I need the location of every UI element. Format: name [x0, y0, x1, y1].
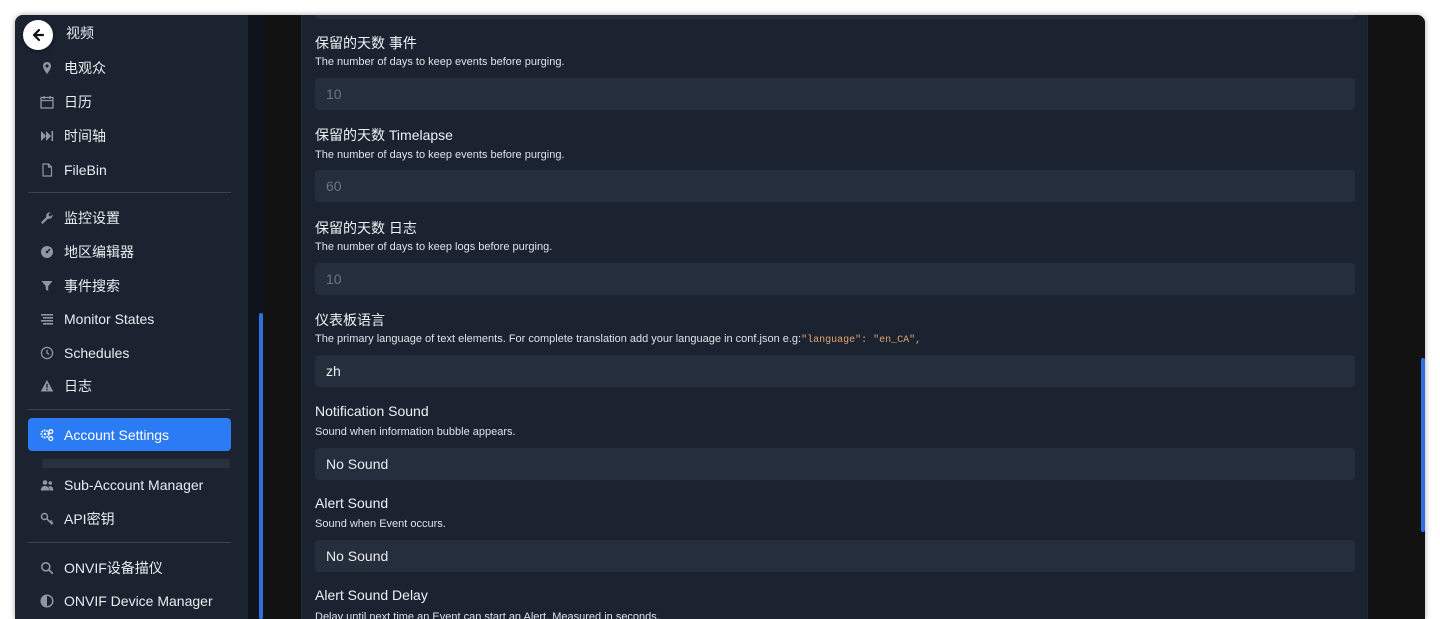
sidebar-item-monitor-settings[interactable]: 监控设置: [28, 201, 231, 234]
sidebar-item-onvif-device-manager[interactable]: ONVIF Device Manager: [28, 584, 231, 617]
sidebar-item-label: FileBin: [64, 161, 107, 178]
key-icon: [40, 512, 54, 526]
days-logs-input[interactable]: 10: [315, 263, 1355, 295]
previous-input[interactable]: [315, 15, 1355, 19]
sidebar-divider: [28, 409, 231, 410]
sidebar-item-label: Schedules: [64, 344, 130, 361]
filter-icon: [40, 279, 54, 293]
alert-sound-label: Alert Sound: [315, 495, 389, 511]
sidebar-item-event-search[interactable]: 事件搜索: [28, 269, 231, 302]
sidebar-item-logs[interactable]: 日志: [28, 369, 231, 402]
alert-sound-delay-desc: Delay until next time an Event can start…: [315, 611, 660, 619]
notification-sound-select[interactable]: No Sound: [315, 448, 1355, 480]
language-code-example: "language": "en_CA",: [801, 335, 922, 346]
sidebar-item-label: API密钥: [64, 510, 115, 527]
sidebar: 视频 电观众 日历 时间轴 FileBin 监控设置 地区编辑器 事件搜索 Mo…: [15, 15, 248, 619]
language-select[interactable]: zh: [315, 355, 1355, 387]
arrow-left-icon: [32, 28, 45, 42]
days-events-label: 保留的天数 事件: [315, 35, 417, 51]
sidebar-item-monitor-states[interactable]: Monitor States: [28, 302, 231, 335]
sidebar-item-sub-account-manager[interactable]: Sub-Account Manager: [28, 468, 231, 501]
fast-forward-icon: [40, 129, 54, 143]
sidebar-item-label: ONVIF Device Manager: [64, 592, 213, 609]
app-window: 视频 电观众 日历 时间轴 FileBin 监控设置 地区编辑器 事件搜索 Mo…: [15, 15, 1425, 619]
days-logs-desc: The number of days to keep logs before p…: [315, 241, 553, 253]
calendar-icon: [40, 95, 54, 109]
sidebar-divider: [28, 542, 231, 543]
sidebar-item-label: 日历: [64, 93, 92, 110]
sidebar-item-label: 地区编辑器: [64, 243, 134, 260]
sidebar-item-label: Monitor States: [64, 310, 155, 327]
sidebar-item-viewers[interactable]: 电观众: [28, 51, 231, 84]
main-scrollbar[interactable]: [1421, 358, 1425, 532]
circle-half-icon: [40, 593, 54, 608]
days-logs-label: 保留的天数 日志: [315, 220, 417, 236]
sidebar-item-label: 监控设置: [64, 209, 120, 226]
sidebar-item-onvif-scanner[interactable]: ONVIF设备描仪: [28, 551, 231, 584]
list-icon: [40, 312, 54, 326]
sidebar-item-label: 事件搜索: [64, 277, 120, 294]
sidebar-item-label: Sub-Account Manager: [64, 476, 204, 493]
sidebar-item-label: 时间轴: [64, 127, 106, 144]
alert-sound-desc: Sound when Event occurs.: [315, 518, 446, 530]
sidebar-item-schedules[interactable]: Schedules: [28, 336, 231, 369]
back-button[interactable]: [23, 20, 53, 50]
alert-sound-select[interactable]: No Sound: [315, 540, 1355, 572]
days-timelapse-input[interactable]: 60: [315, 170, 1355, 202]
sidebar-item-api-keys[interactable]: API密钥: [28, 502, 231, 535]
warning-icon: [40, 379, 54, 393]
notification-sound-label: Notification Sound: [315, 403, 429, 419]
sidebar-item-account-settings[interactable]: Account Settings: [28, 418, 231, 451]
sidebar-item-filebin[interactable]: FileBin: [28, 153, 231, 186]
sidebar-item-label: 日志: [64, 377, 92, 394]
alert-sound-delay-label: Alert Sound Delay: [315, 587, 428, 603]
language-label: 仪表板语言: [315, 312, 385, 328]
dashboard-icon: [40, 245, 54, 259]
clock-icon: [40, 346, 54, 360]
map-pin-icon: [40, 61, 54, 75]
wrench-icon: [40, 211, 54, 225]
submenu-bar: [42, 459, 230, 468]
sidebar-divider: [28, 192, 231, 193]
language-desc-text: The primary language of text elements. F…: [315, 333, 802, 345]
sidebar-item-calendar[interactable]: 日历: [28, 85, 231, 118]
gears-icon: [40, 428, 54, 442]
sidebar-item-region-editor[interactable]: 地区编辑器: [28, 235, 231, 268]
search-icon: [40, 561, 54, 575]
notification-sound-desc: Sound when information bubble appears.: [315, 426, 516, 438]
days-timelapse-label: 保留的天数 Timelapse: [315, 127, 453, 143]
days-events-desc: The number of days to keep events before…: [315, 56, 565, 68]
sidebar-item-label: Account Settings: [64, 426, 170, 443]
file-icon: [40, 162, 54, 177]
sidebar-item-timeline[interactable]: 时间轴: [28, 119, 231, 152]
language-desc: The primary language of text elements. F…: [315, 333, 921, 346]
days-events-input[interactable]: 10: [315, 78, 1355, 110]
days-timelapse-desc: The number of days to keep events before…: [315, 149, 565, 161]
sidebar-item-label: ONVIF设备描仪: [64, 559, 163, 576]
sidebar-scrollbar[interactable]: [259, 313, 263, 619]
users-icon: [40, 478, 54, 492]
sidebar-item-label: 视频: [66, 24, 94, 41]
sidebar-item-label: 电观众: [64, 59, 106, 76]
sidebar-item-video[interactable]: 视频: [28, 16, 231, 49]
